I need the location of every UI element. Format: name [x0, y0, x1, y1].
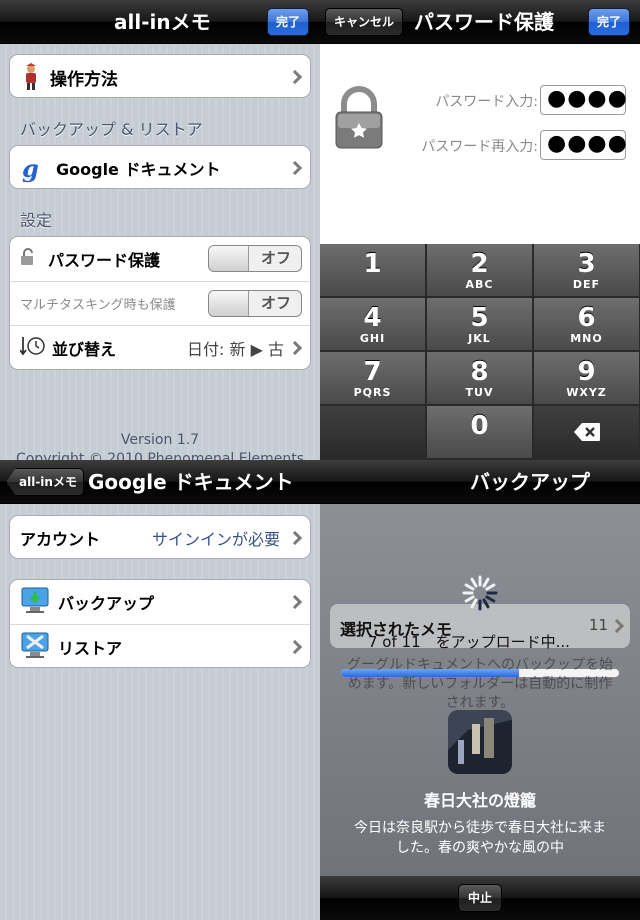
stop-button-label: 中止 — [467, 891, 492, 905]
key-7[interactable]: 7 PQRS — [320, 352, 426, 405]
settings-panel: all-inメモ 完了 操作方法 バックアップ & リストア g Google … — [0, 0, 320, 460]
clock-arrow-icon — [19, 335, 52, 361]
stop-button[interactable]: 中止 — [458, 884, 502, 912]
settings-group: パスワード保護 オフ マルチタスキング時も保護 オフ 並び替え 日付: 新 ▶ … — [9, 236, 311, 370]
backup-progress-panel: バックアップ 選択されたメモ 11 7 of 11 をアップロード中... グー… — [320, 460, 640, 920]
password-reentry-field[interactable]: ●●●● — [540, 130, 627, 160]
restore-row[interactable]: リストア — [10, 624, 310, 667]
google-docs-group: g Google ドキュメント — [9, 145, 311, 189]
password-protection-label: パスワード保護 — [48, 251, 161, 270]
padlock-icon — [334, 86, 384, 154]
activity-spinner-icon — [461, 574, 499, 616]
howto-group: 操作方法 — [9, 54, 311, 98]
key-4[interactable]: 4 GHI — [320, 298, 426, 351]
google-docs-panel: all-inメモ Google ドキュメント アカウント サインインが必要 バッ… — [0, 460, 320, 920]
key-6[interactable]: 6 MNO — [534, 298, 640, 351]
password-toggle-text: オフ — [260, 249, 291, 267]
account-group: アカウント サインインが必要 — [9, 515, 311, 559]
key-blank — [320, 406, 426, 459]
restore-label: リストア — [58, 638, 123, 658]
backup-info-text: グーグルドキュメントへのバックップを始めます。新しいフォルダーは自動的に制作され… — [347, 657, 613, 711]
google-docs-navbar: all-inメモ Google ドキュメント — [0, 460, 320, 504]
done-button[interactable]: 完了 — [267, 8, 310, 36]
account-value: サインインが必要 — [151, 530, 280, 549]
password-title: パスワード保護 — [414, 10, 554, 34]
password-input-field[interactable]: ●●●● — [540, 85, 627, 115]
chevron-right-icon — [287, 530, 303, 546]
unlock-icon — [20, 248, 48, 270]
cancel-button[interactable]: キャンセル — [325, 8, 404, 36]
progress-text: 7 of 11 をアップロード中... — [368, 633, 570, 651]
chevron-right-icon — [287, 639, 303, 654]
bottom-toolbar: 中止 — [320, 876, 640, 920]
password-reentry-label: パスワード再入力: — [421, 139, 538, 155]
chevron-right-icon — [287, 594, 303, 610]
google-docs-title: Google ドキュメント — [88, 470, 294, 494]
howto-icon — [20, 63, 42, 91]
backup-section-header: バックアップ & リストア — [20, 120, 203, 139]
password-toggle[interactable]: オフ — [208, 245, 302, 272]
toggle-knob — [209, 291, 249, 316]
backspace-icon — [573, 422, 601, 446]
copyright-text: Copyright © 2010 Phenomenal Elements — [15, 451, 305, 460]
key-9[interactable]: 9 WXYZ — [534, 352, 640, 405]
chevron-right-icon — [287, 340, 303, 355]
key-5[interactable]: 5 JKL — [427, 298, 533, 351]
account-row[interactable]: アカウント サインインが必要 — [10, 516, 310, 558]
selected-memo-count: 11 — [588, 616, 608, 634]
back-button[interactable]: all-inメモ — [6, 468, 84, 496]
google-docs-row[interactable]: g Google ドキュメント — [10, 146, 310, 188]
password-panel: キャンセル パスワード保護 完了 パスワード入力: ●●●● パスワード再入力:… — [320, 0, 640, 460]
key-1[interactable]: 1 — [320, 244, 426, 297]
chevron-right-icon — [609, 618, 625, 634]
key-8[interactable]: 8 TUV — [427, 352, 533, 405]
back-button-label: all-inメモ — [19, 475, 77, 489]
backup-row[interactable]: バックアップ — [10, 580, 310, 624]
multitask-toggle[interactable]: オフ — [208, 290, 302, 317]
done-button[interactable]: 完了 — [588, 8, 631, 36]
chevron-right-icon — [287, 69, 303, 85]
backup-label: バックアップ — [58, 594, 155, 613]
password-navbar: キャンセル パスワード保護 完了 — [320, 0, 640, 44]
version-text: Version 1.7 — [120, 432, 200, 448]
backup-title: バックアップ — [470, 470, 590, 494]
multitask-toggle-text: オフ — [260, 294, 291, 312]
sort-value: 日付: 新 ▶ 古 — [187, 339, 284, 359]
backup-navbar: バックアップ — [320, 460, 640, 504]
google-g-icon: g — [22, 153, 39, 183]
key-2[interactable]: 2 ABC — [427, 244, 533, 297]
sort-label: 並び替え — [52, 339, 117, 359]
memo-body: 今日は奈良駅から徒歩で春日大社に来ました。春の爽やかな風の中 — [354, 820, 606, 856]
multitask-label: マルチタスキング時も保護 — [20, 298, 176, 313]
settings-section-header: 設定 — [20, 211, 53, 230]
password-row: パスワード保護 オフ — [10, 237, 310, 281]
chevron-right-icon — [287, 160, 303, 176]
password-input-label: パスワード入力: — [435, 94, 538, 110]
key-delete[interactable] — [534, 406, 640, 459]
backup-monitor-icon — [20, 585, 58, 619]
memo-thumbnail — [448, 710, 512, 774]
howto-row[interactable]: 操作方法 — [10, 55, 310, 97]
multitask-row: マルチタスキング時も保護 オフ — [10, 281, 310, 325]
toggle-knob — [209, 246, 249, 271]
settings-navbar: all-inメモ 完了 — [0, 0, 320, 44]
howto-label: 操作方法 — [50, 69, 118, 90]
sort-row[interactable]: 並び替え 日付: 新 ▶ 古 — [10, 325, 310, 369]
key-3[interactable]: 3 DEF — [534, 244, 640, 297]
restore-tools-icon — [20, 630, 58, 664]
key-0[interactable]: 0 — [427, 406, 533, 459]
numeric-keypad: 1 2 ABC 3 DEF 4 GHI 5 JKL 6 MNO 7 PQRS 8 TUV 9W… — [320, 244, 640, 460]
app-title: all-inメモ — [114, 10, 211, 34]
backup-restore-group: バックアップ リストア — [9, 579, 311, 668]
account-label: アカウント — [20, 530, 101, 549]
google-docs-label: Google ドキュメント — [56, 160, 221, 179]
memo-title: 春日大社の燈籠 — [423, 791, 536, 810]
